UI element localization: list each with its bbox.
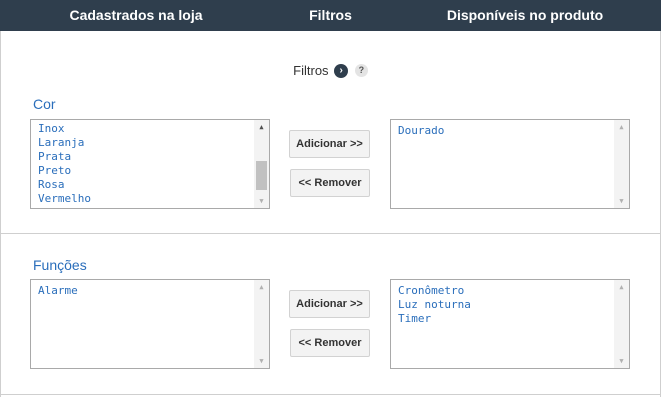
list-option[interactable]: Prata — [38, 150, 91, 164]
scroll-up-arrow-icon[interactable]: ▲ — [614, 120, 629, 134]
list-option[interactable]: Dourado — [398, 124, 444, 138]
list-option[interactable]: Laranja — [38, 136, 91, 150]
scroll-down-arrow-icon[interactable]: ▼ — [254, 194, 269, 208]
help-icon[interactable]: ? — [354, 64, 368, 78]
group-label-cor: Cor — [33, 96, 56, 112]
scrollbar[interactable]: ▲ ▼ — [614, 280, 629, 368]
list-option[interactable]: Cronômetro — [398, 284, 471, 298]
selected-options-items: Cronômetro Luz noturna Timer — [398, 284, 471, 326]
header-registered-in-store: Cadastrados na loja — [69, 7, 203, 23]
list-option[interactable]: Luz noturna — [398, 298, 471, 312]
scroll-up-arrow-icon[interactable]: ▲ — [254, 280, 269, 294]
available-options-items: Alarme — [38, 284, 78, 298]
available-options-list-funcoes[interactable]: Alarme ▲ ▼ — [30, 279, 270, 369]
header-available-in-product: Disponíveis no produto — [446, 7, 604, 23]
selected-options-list-funcoes[interactable]: Cronômetro Luz noturna Timer ▲ ▼ — [390, 279, 630, 369]
group-label-funcoes: Funções — [33, 257, 87, 273]
remove-button-cor[interactable]: << Remover — [290, 169, 370, 197]
add-button-funcoes[interactable]: Adicionar >> — [289, 290, 370, 318]
chevron-right-icon[interactable]: › — [334, 63, 349, 78]
section-divider — [1, 233, 660, 234]
scrollbar[interactable]: ▲ ▼ — [254, 120, 269, 208]
list-option[interactable]: Rosa — [38, 178, 91, 192]
list-option[interactable]: Timer — [398, 312, 471, 326]
scroll-down-arrow-icon[interactable]: ▼ — [254, 354, 269, 368]
list-option[interactable]: Alarme — [38, 284, 78, 298]
filters-title: Filtros — [293, 63, 329, 79]
column-header-bar: Cadastrados na loja Filtros Disponíveis … — [0, 0, 661, 31]
remove-button-funcoes[interactable]: << Remover — [290, 329, 370, 357]
scroll-up-arrow-icon[interactable]: ▲ — [614, 280, 629, 294]
scrollbar[interactable]: ▲ ▼ — [614, 120, 629, 208]
available-options-items: Inox Laranja Prata Preto Rosa Vermelho — [38, 122, 91, 206]
section-divider — [1, 394, 660, 395]
add-button-cor[interactable]: Adicionar >> — [289, 130, 370, 158]
header-filters: Filtros — [309, 7, 352, 23]
scroll-down-arrow-icon[interactable]: ▼ — [614, 354, 629, 368]
selected-options-list-cor[interactable]: Dourado ▲ ▼ — [390, 119, 630, 209]
list-option[interactable]: Preto — [38, 164, 91, 178]
panel-border-left — [0, 31, 1, 397]
filters-title-row: Filtros › ? — [0, 62, 661, 80]
list-option[interactable]: Inox — [38, 122, 91, 136]
scrollbar[interactable]: ▲ ▼ — [254, 280, 269, 368]
scroll-down-arrow-icon[interactable]: ▼ — [614, 194, 629, 208]
selected-options-items: Dourado — [398, 124, 444, 138]
scrollbar-thumb[interactable] — [256, 161, 267, 190]
scroll-up-arrow-icon[interactable]: ▲ — [254, 120, 269, 134]
available-options-list-cor[interactable]: Inox Laranja Prata Preto Rosa Vermelho ▲… — [30, 119, 270, 209]
list-option[interactable]: Vermelho — [38, 192, 91, 206]
